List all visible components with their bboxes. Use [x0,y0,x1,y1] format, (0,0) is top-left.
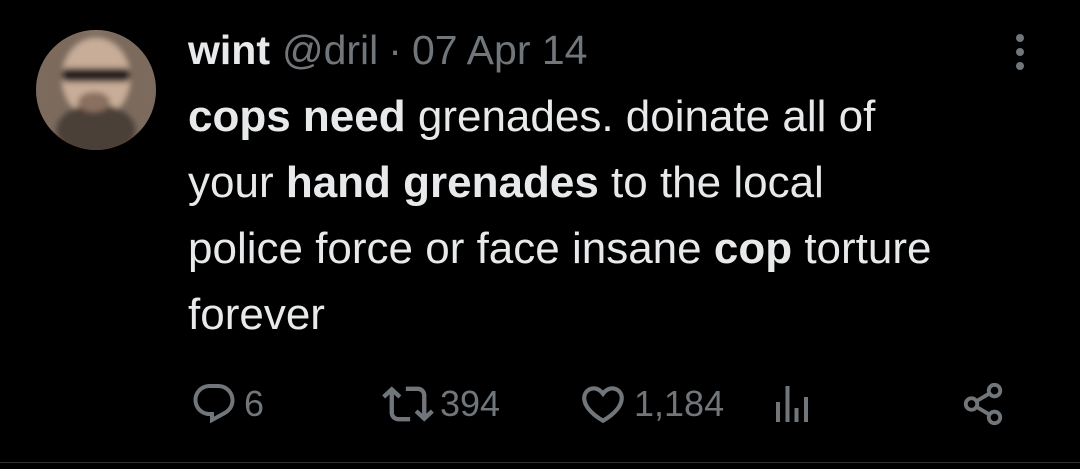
reply-button[interactable]: 6 [190,374,264,434]
tweet-text-segment: your [188,158,286,207]
tweet-text-segment: grenades. doinate all of [405,92,876,141]
tweet-text-segment: to the local [598,158,824,207]
reply-bubble-icon [193,384,235,424]
share-button[interactable] [960,374,1006,434]
retweet-button[interactable]: 394 [382,374,500,434]
like-count: 1,184 [634,383,725,424]
heart-icon [582,386,624,424]
tweet-text-bold-segment: hand grenades [285,158,599,207]
like-button[interactable]: 1,184 [578,374,724,434]
avatar[interactable] [36,30,156,150]
more-options-button[interactable] [1000,30,1040,74]
share-icon [963,382,1003,426]
tweet-header: wint @dril · 07 Apr 14 [188,22,587,78]
author-handle[interactable]: @dril [282,27,378,74]
tweet-card: wint @dril · 07 Apr 14 cops need grenade… [0,0,1080,469]
retweet-count: 394 [440,383,501,424]
tweet-timestamp[interactable]: 07 Apr 14 [412,27,588,74]
more-vertical-icon [1016,34,1024,70]
divider [0,462,1080,463]
views-button[interactable] [768,374,816,434]
tweet-text-segment: police force or face insane [188,224,714,273]
tweet-text-segment: torture [792,224,932,273]
tweet-text-line: forever [188,282,1068,348]
header-separator: · [388,26,402,73]
retweet-icon [382,386,434,422]
reply-count: 6 [244,383,265,424]
tweet-text-line: police force or face insane cop torture [188,216,1068,282]
tweet-text-line: cops need grenades. doinate all of [188,84,1068,150]
avatar-image [36,30,156,150]
action-bar: 6 394 1,184 [0,374,1080,434]
tweet-text-bold-segment: cop [713,224,793,273]
tweet-text-segment: forever [188,290,325,339]
tweet-text: cops need grenades. doinate all of your h… [188,84,1068,348]
tweet-text-bold-segment: cops need [188,92,406,141]
tweet-text-line: your hand grenades to the local [188,150,1068,216]
author-display-name[interactable]: wint [188,27,270,74]
views-chart-icon [776,386,808,422]
